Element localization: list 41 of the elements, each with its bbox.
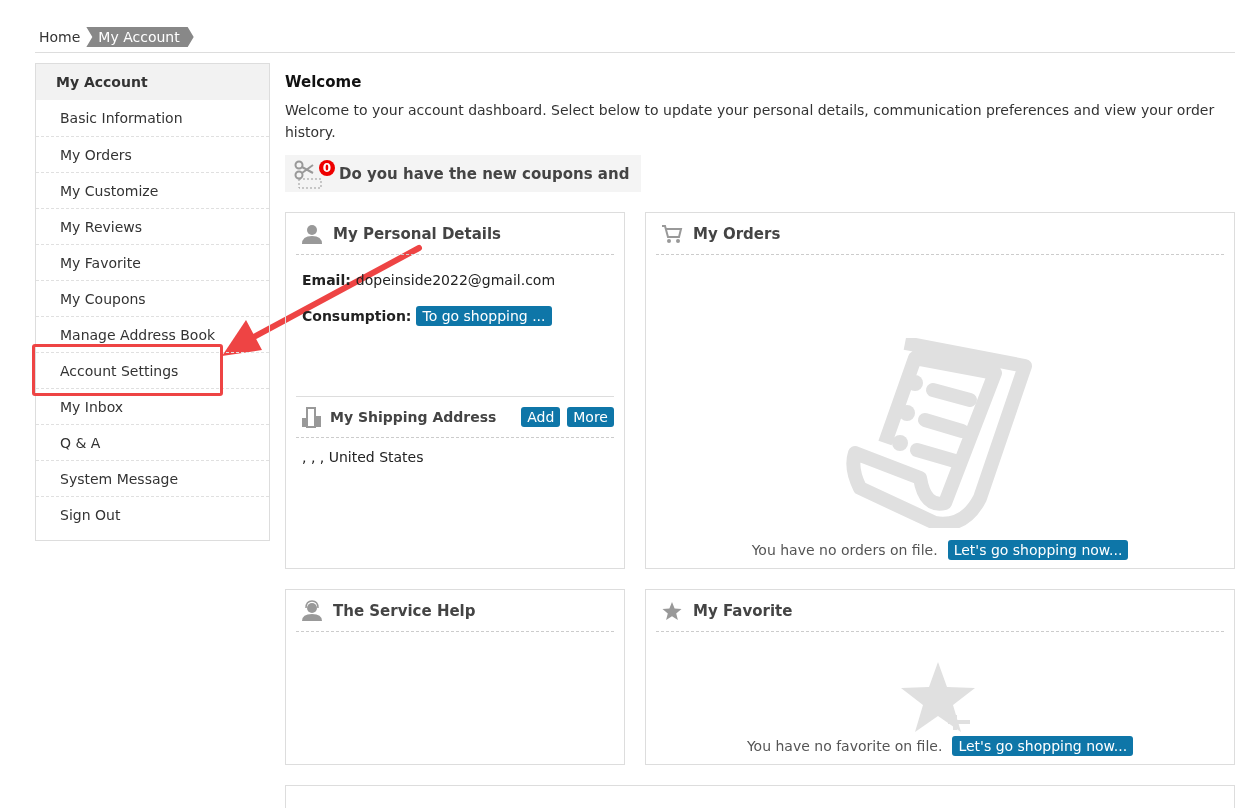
panel-title: My Favorite: [693, 601, 794, 620]
support-agent-icon: [301, 599, 323, 622]
welcome-title: Welcome: [285, 73, 363, 91]
consumption-label: Consumption:: [302, 308, 412, 324]
address-button[interactable]: Add: [521, 407, 561, 427]
sidebar-item[interactable]: My Coupons: [60, 288, 146, 309]
sidebar-item[interactable]: My Reviews: [60, 216, 143, 237]
breadcrumb-link[interactable]: Home: [39, 27, 81, 47]
panel-title: My Personal Details: [333, 224, 503, 243]
address-button[interactable]: More: [567, 407, 614, 427]
empty-orders-text: You have no orders on file.: [751, 542, 938, 558]
person-icon: [301, 222, 323, 245]
sidebar-title: My Account: [36, 64, 269, 100]
go-shopping-button[interactable]: To go shopping ...: [416, 306, 552, 326]
empty-favorite-text: You have no favorite on file.: [746, 738, 943, 754]
building-icon: [301, 406, 323, 428]
sidebar-item[interactable]: Account Settings: [60, 360, 179, 381]
sidebar-item[interactable]: Sign Out: [60, 504, 121, 525]
address-text: , , , United States: [302, 449, 424, 465]
sidebar-item[interactable]: My Customize: [60, 180, 159, 201]
sidebar-item[interactable]: My Orders: [60, 144, 132, 165]
coupon-text: Do you have the new coupons and: [339, 164, 630, 183]
cart-icon: [661, 222, 683, 245]
panel-title: The Service Help: [333, 601, 477, 620]
sidebar-item[interactable]: My Inbox: [60, 396, 124, 417]
sidebar-item[interactable]: My Favorite: [60, 252, 141, 273]
welcome-text: Welcome to your account dashboard. Select below to update your personal details, communication preferences and view your order history.: [285, 101, 1216, 142]
scissors-icon: [293, 158, 323, 189]
sidebar-item[interactable]: Q & A: [60, 432, 101, 453]
panel-title: My Orders: [693, 224, 782, 243]
coupon-bar[interactable]: 0 Do you have the new coupons and: [285, 155, 642, 192]
coupon-count: 0: [319, 159, 335, 176]
breadcrumb-link[interactable]: My Account: [86, 27, 194, 47]
go-shopping-button[interactable]: Let's go shopping now...: [947, 540, 1129, 560]
panel-title: My Shipping Address: [330, 409, 498, 425]
sidebar-item[interactable]: Basic Information: [60, 108, 183, 128]
receipt-icon: [845, 338, 1035, 528]
sidebar-item[interactable]: Manage Address Book: [60, 324, 216, 345]
sidebar-item[interactable]: System Message: [60, 468, 178, 489]
go-shopping-button[interactable]: Let's go shopping now...: [952, 736, 1134, 756]
email-label: Email:: [302, 272, 351, 288]
